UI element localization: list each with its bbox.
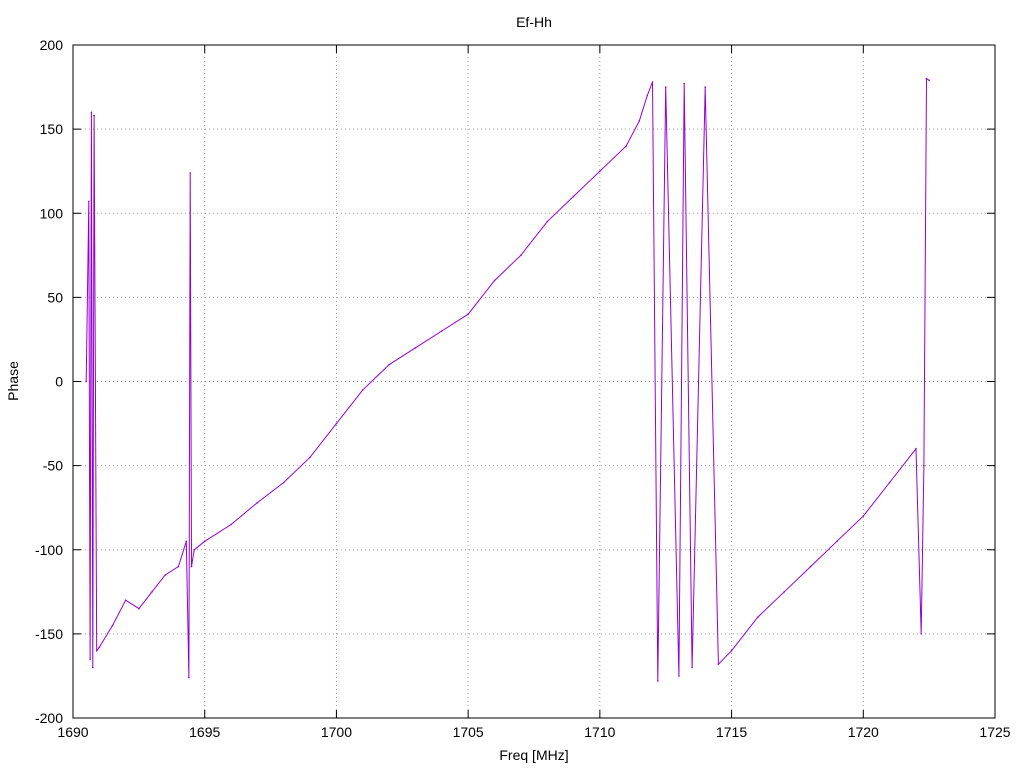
x-tick-label: 1695 <box>189 724 220 740</box>
data-point <box>809 565 812 568</box>
data-point <box>925 77 928 80</box>
y-axis-label: Phase <box>5 361 21 401</box>
series-layer <box>85 77 930 682</box>
data-point <box>625 145 627 147</box>
data-point <box>388 363 390 366</box>
data-point <box>862 515 865 517</box>
data-point <box>309 456 311 459</box>
data-point <box>256 501 259 504</box>
data-point <box>188 676 190 679</box>
data-point <box>190 565 193 568</box>
y-tick-label: 50 <box>47 289 63 305</box>
data-point <box>915 448 917 450</box>
data-point <box>89 658 91 660</box>
y-tick-label: -50 <box>43 458 63 474</box>
chart-title: Ef-Hh <box>516 14 552 30</box>
data-point <box>704 86 707 88</box>
x-tick-label: 1725 <box>979 724 1010 740</box>
data-point <box>920 633 923 635</box>
y-tick-label: 100 <box>40 205 64 221</box>
data-point <box>95 649 98 652</box>
data-point <box>98 646 101 649</box>
x-tick-label: 1690 <box>57 724 88 740</box>
data-point <box>599 170 601 172</box>
data-point <box>138 607 140 610</box>
data-point <box>177 565 180 568</box>
data-point <box>520 254 522 257</box>
data-point <box>638 119 641 122</box>
phase-chart: Ef-Hh 1690 1695 1700 1705 1710 1715 1720 1725 -2… <box>5 14 1011 763</box>
data-point <box>124 599 127 602</box>
data-point <box>683 82 685 85</box>
x-tick-label: 1715 <box>716 724 747 740</box>
data-point <box>678 675 680 677</box>
data-point <box>493 279 496 282</box>
x-tick-label: 1705 <box>453 724 484 740</box>
data-point <box>85 380 87 383</box>
axis-ticks: 1690 1695 1700 1705 1710 1715 1720 1725 -200 -150… <box>35 37 1011 740</box>
data-point <box>717 663 720 665</box>
data-point <box>572 195 575 198</box>
data-point <box>888 481 891 484</box>
data-point <box>185 540 188 543</box>
y-tick-label: -100 <box>35 542 63 558</box>
data-point <box>282 481 285 484</box>
data-point <box>664 86 667 88</box>
data-point <box>91 666 94 669</box>
data-point <box>203 540 206 543</box>
data-point <box>193 548 195 551</box>
y-tick-label: 0 <box>55 374 63 390</box>
y-tick-label: 200 <box>40 37 64 53</box>
data-point <box>111 624 114 627</box>
data-point <box>928 79 930 82</box>
x-axis-label: Freq [MHz] <box>499 747 568 763</box>
data-point <box>230 523 232 526</box>
data-point <box>189 172 192 174</box>
x-tick-label: 1720 <box>848 724 879 740</box>
data-point <box>646 94 649 97</box>
data-point <box>88 200 90 203</box>
data-point <box>730 649 733 652</box>
data-point <box>546 220 548 223</box>
data-point <box>783 591 786 593</box>
data-point <box>151 591 153 593</box>
grid-lines <box>73 45 995 718</box>
data-point <box>691 666 693 669</box>
y-tick-label: -200 <box>35 710 63 726</box>
data-point <box>836 540 838 543</box>
x-tick-label: 1700 <box>321 724 352 740</box>
data-point <box>335 422 338 425</box>
data-point <box>651 81 654 83</box>
data-point <box>923 464 925 467</box>
data-point <box>90 111 93 114</box>
series-line <box>85 77 930 682</box>
data-point <box>414 347 417 349</box>
data-point <box>757 616 759 618</box>
data-point <box>657 680 659 682</box>
data-point <box>361 389 364 391</box>
x-tick-label: 1710 <box>584 724 615 740</box>
data-point <box>441 330 443 332</box>
y-tick-label: 150 <box>40 121 64 137</box>
y-tick-label: -150 <box>35 626 63 642</box>
data-point <box>467 313 469 316</box>
data-point <box>164 574 166 576</box>
data-point <box>93 114 95 117</box>
